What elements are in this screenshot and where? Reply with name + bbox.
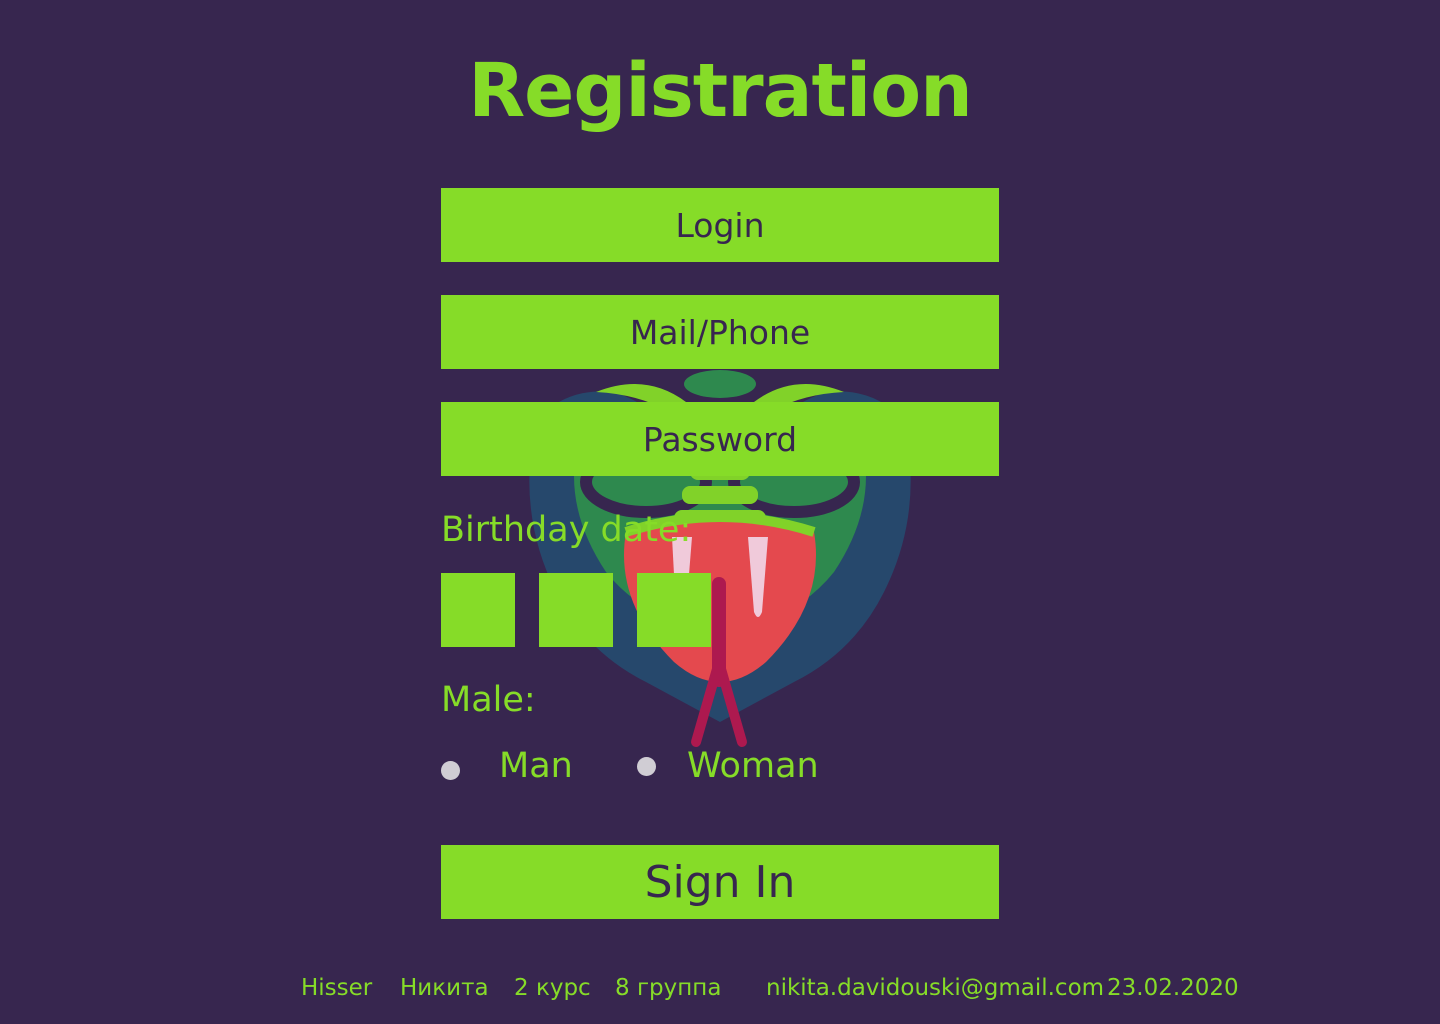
birthday-label: Birthday date: [441,510,692,550]
footer-course: 2 курс [514,975,591,1001]
page-title: Registration [468,48,973,134]
login-input[interactable] [441,188,999,262]
radio-woman[interactable] [637,757,656,776]
footer-group: 8 группа [615,975,722,1001]
footer-name: Никита [400,975,489,1001]
sign-in-button[interactable]: Sign In [441,845,999,919]
footer-brand: Hisser [301,975,373,1001]
radio-man-label[interactable]: Man [499,746,573,786]
footer-email[interactable]: nikita.davidouski@gmail.com [766,975,1104,1001]
gender-label: Male: [441,680,536,720]
radio-man[interactable] [441,761,460,780]
footer-date: 23.02.2020 [1107,975,1239,1001]
mail-phone-input[interactable] [441,295,999,369]
radio-woman-label[interactable]: Woman [687,746,819,786]
birthday-month-input[interactable] [539,573,613,647]
birthday-year-input[interactable] [637,573,711,647]
birthday-day-input[interactable] [441,573,515,647]
password-input[interactable] [441,402,999,476]
